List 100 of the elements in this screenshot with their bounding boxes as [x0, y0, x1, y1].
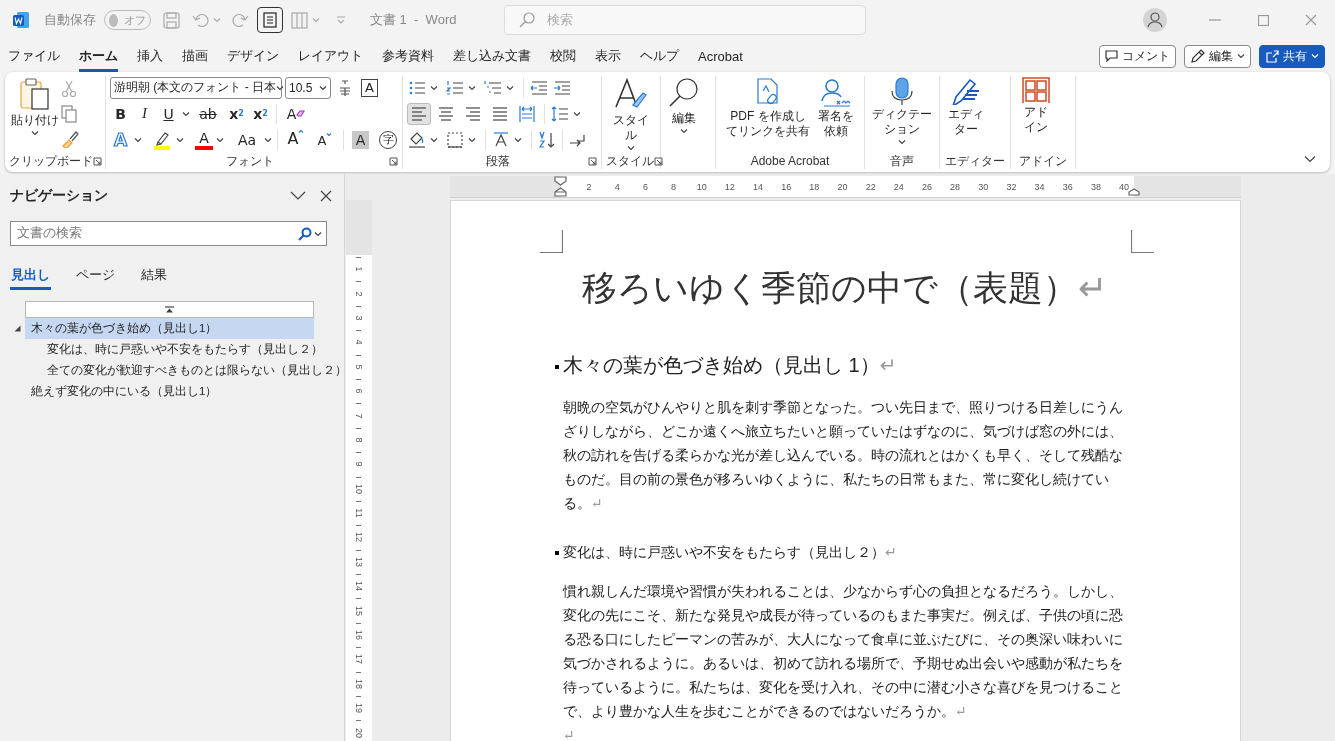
- ruler-number: 1: [354, 266, 364, 272]
- shrink-font-button[interactable]: A: [312, 128, 338, 151]
- group-label: エディター: [944, 152, 1006, 170]
- dialog-launcher-icon[interactable]: [654, 156, 663, 166]
- bold-button[interactable]: B: [110, 102, 131, 125]
- text-effect-button[interactable]: A: [110, 128, 131, 151]
- ruler-number: 10: [354, 483, 364, 494]
- align-distributed-icon[interactable]: [517, 103, 537, 124]
- document-search-field[interactable]: 文書の検索: [10, 221, 327, 246]
- chevron-down-icon[interactable]: [290, 191, 306, 201]
- maximize-icon[interactable]: [1257, 14, 1269, 26]
- group-label: Adobe Acrobat: [749, 154, 831, 168]
- ruler-number: 9: [354, 461, 364, 467]
- ruler-number: 28: [949, 181, 962, 192]
- ruler-number: 19: [354, 703, 364, 714]
- horizontal-ruler[interactable]: 2 4 6 8 10 12 14 16 18 20 22 24 26 28 30 32 34 36 38 40: [450, 176, 1241, 198]
- group-label: 音声: [889, 152, 915, 170]
- styles-button[interactable]: スタイル: [606, 76, 656, 152]
- ruler-number: 8: [670, 181, 678, 192]
- heading-marker-icon: [555, 364, 559, 369]
- ribbon-tab[interactable]: デザイン: [227, 40, 279, 72]
- ribbon-tab[interactable]: ヘルプ: [640, 40, 679, 72]
- up-caret-icon: [298, 128, 305, 133]
- right-indent-marker-icon[interactable]: [1128, 188, 1140, 196]
- reading-mode-icon[interactable]: [263, 12, 277, 28]
- document-page[interactable]: [450, 200, 1241, 741]
- change-case-button[interactable]: Aa: [233, 128, 261, 151]
- indent-marker-icon[interactable]: [554, 176, 567, 197]
- ruler-number: 7: [354, 413, 364, 419]
- borders-icon[interactable]: [445, 129, 465, 150]
- ruler-number: 13: [354, 556, 364, 567]
- ruler-number: 18: [354, 678, 364, 689]
- ruler-number: 16: [354, 630, 364, 641]
- create-pdf-share-link-button[interactable]: PDF を作成してリンクを共有: [722, 76, 814, 140]
- pane-tab[interactable]: 結果: [140, 264, 168, 290]
- paste-button[interactable]: 貼り付け: [9, 76, 61, 137]
- copy-icon[interactable]: [61, 105, 77, 123]
- ruby-icon[interactable]: [338, 78, 352, 97]
- editor-button[interactable]: エディター: [944, 76, 988, 138]
- character-shading-button[interactable]: A: [352, 130, 369, 149]
- word-logo-icon[interactable]: [12, 11, 30, 29]
- superscript-button[interactable]: x$^{2}$: [250, 102, 271, 125]
- speech-bubble-icon: [1105, 50, 1118, 62]
- document-title: 移ろいゆく季節の中で（表題）: [581, 268, 1078, 307]
- ruler-number: 4: [613, 181, 621, 192]
- share-button[interactable]: 共有: [1259, 44, 1325, 68]
- grow-font-button[interactable]: A: [283, 128, 309, 151]
- ribbon-tab[interactable]: Acrobat: [698, 40, 743, 72]
- dialog-launcher-icon[interactable]: [389, 156, 398, 166]
- ribbon-tab[interactable]: 挿入: [137, 40, 163, 72]
- pane-tab[interactable]: ページ: [75, 264, 116, 290]
- ruler-number: 12: [723, 181, 736, 192]
- italic-button[interactable]: I: [134, 102, 155, 125]
- subheading: 変化は、時に戸惑いや不安をもたらす（見出し２）: [563, 544, 885, 560]
- request-signature-button[interactable]: 署名を依頼: [814, 76, 858, 140]
- dialog-launcher-icon[interactable]: [93, 156, 102, 166]
- heading-item[interactable]: 変化は、時に戸惑いや不安をもたらす（見出し２）: [25, 339, 323, 360]
- font-size-field[interactable]: 10.5: [285, 76, 331, 99]
- vertical-ruler[interactable]: 1 2 3 4 5 6 7 8 9 10 11 12 13 14 15 16 17 18 19 20: [346, 200, 372, 741]
- heading: 木々の葉が色づき始め（見出し 1）: [563, 354, 880, 376]
- heading-item[interactable]: 木々の葉が色づき始め（見出し1）: [25, 318, 314, 339]
- pane-tab[interactable]: 見出し: [10, 264, 51, 290]
- format-painter-icon[interactable]: [61, 130, 79, 148]
- ribbon-tab[interactable]: レイアウト: [298, 40, 363, 72]
- sort-icon[interactable]: [537, 129, 557, 150]
- ruler-number: 2: [585, 181, 593, 192]
- dictate-button[interactable]: ディクテーション: [869, 76, 935, 146]
- editing-button[interactable]: 編集: [665, 76, 703, 135]
- collapse-triangle-icon[interactable]: [14, 325, 21, 332]
- ribbon-tab[interactable]: 参考資料: [382, 40, 434, 72]
- editing-mode-button[interactable]: 編集: [1184, 44, 1251, 68]
- underline-button[interactable]: U: [158, 102, 179, 125]
- ruler-number: 32: [1005, 181, 1018, 192]
- font-name-field[interactable]: 游明朝 (本文のフォント - 日本: [110, 76, 282, 99]
- strikethrough-button[interactable]: ab: [193, 102, 223, 125]
- ribbon-tab[interactable]: 表示: [595, 40, 621, 72]
- magnifier-icon: [668, 77, 700, 109]
- clear-formatting-button[interactable]: A: [282, 102, 310, 125]
- add-ins-button[interactable]: アドイン: [1015, 76, 1057, 136]
- font-color-button[interactable]: A: [195, 129, 213, 150]
- collapse-ribbon-icon[interactable]: [1304, 155, 1316, 163]
- ribbon-tab[interactable]: 差し込み文書: [453, 40, 531, 72]
- microphone-icon: [890, 77, 914, 105]
- ribbon-tab[interactable]: 校閲: [550, 40, 576, 72]
- close-icon[interactable]: [320, 190, 332, 202]
- heading-item[interactable]: 絶えず変化の中にいる（見出し1）: [25, 381, 314, 402]
- ruler-number: 5: [354, 364, 364, 370]
- ruler-number: 34: [1033, 181, 1046, 192]
- ribbon-tab[interactable]: ファイル: [8, 40, 60, 72]
- enclosed-border-button[interactable]: A: [361, 78, 378, 97]
- ruler-number: 12: [354, 532, 364, 543]
- paragraph-mark: ↵: [879, 354, 897, 376]
- comment-button[interactable]: コメント: [1099, 44, 1176, 68]
- group-label: 段落: [484, 152, 511, 170]
- ribbon-tab[interactable]: 描画: [182, 40, 208, 72]
- ruler-number: 24: [892, 181, 905, 192]
- dialog-launcher-icon[interactable]: [588, 156, 597, 166]
- search-icon: [298, 226, 312, 241]
- eraser-icon: [296, 110, 306, 117]
- heading-item[interactable]: 全ての変化が歓迎すべきものとは限らない（見出し２）: [24, 360, 344, 381]
